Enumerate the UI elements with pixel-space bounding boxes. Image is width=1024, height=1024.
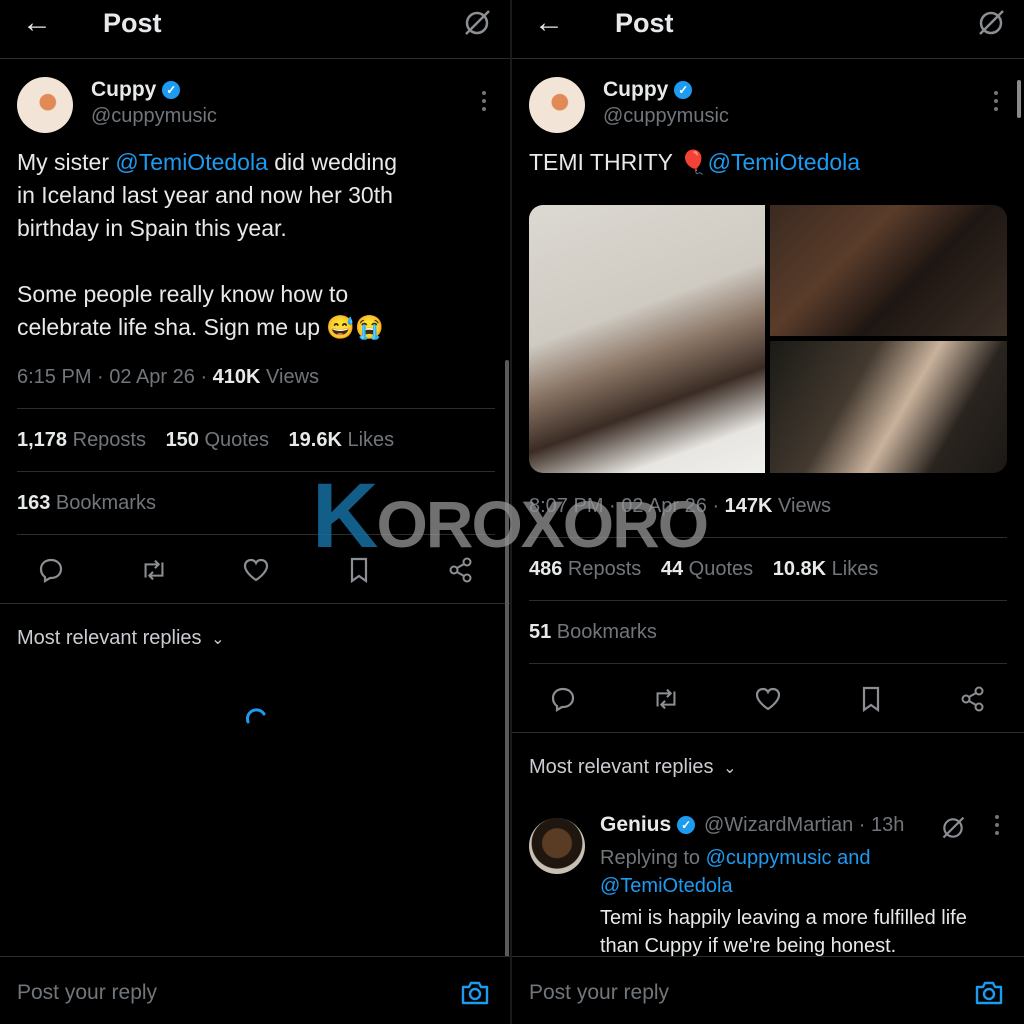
author-handle[interactable]: @cuppymusic <box>91 105 217 128</box>
divider <box>0 603 510 604</box>
camera-icon[interactable] <box>974 979 1004 1007</box>
replies-sort-dropdown[interactable]: Most relevant replies ⌄ <box>529 756 737 779</box>
verified-badge-icon: ✓ <box>677 816 696 834</box>
grok-icon[interactable] <box>940 815 966 841</box>
divider <box>529 600 1007 601</box>
engagement-stats: 486 Reposts 44 Quotes 10.8K Likes <box>529 558 878 581</box>
post-photo[interactable] <box>529 205 765 473</box>
divider <box>529 663 1007 664</box>
reply-composer: Post your reply <box>0 956 510 1024</box>
verified-badge-icon: ✓ <box>674 81 693 99</box>
mention-link[interactable]: @cuppymusic <box>706 847 832 869</box>
action-bar <box>548 684 988 714</box>
reply-icon[interactable] <box>36 555 66 585</box>
bookmark-icon[interactable] <box>856 684 886 714</box>
reply-author-handle[interactable]: @WizardMartian · 13h <box>704 814 904 837</box>
engagement-stats: 1,178 Reposts 150 Quotes 19.6K Likes <box>17 429 394 452</box>
author-avatar[interactable] <box>17 77 73 133</box>
scrollbar[interactable] <box>505 360 509 960</box>
reply-icon[interactable] <box>548 684 578 714</box>
grok-icon[interactable] <box>462 8 492 38</box>
back-arrow-icon[interactable]: ← <box>534 6 564 40</box>
post-timestamp: 6:15 PM · 02 Apr 26 · 410K Views <box>17 366 320 388</box>
more-icon[interactable] <box>480 90 488 112</box>
left-top-bar: ← Post <box>0 0 510 59</box>
post-media-grid <box>529 205 1007 473</box>
repost-icon[interactable] <box>139 555 169 585</box>
verified-badge-icon: ✓ <box>162 81 181 99</box>
like-icon[interactable] <box>753 684 783 714</box>
right-top-bar: ← Post <box>512 0 1024 59</box>
watermark-logo: KOROXORO <box>312 465 709 567</box>
reply-input[interactable]: Post your reply <box>529 981 669 1005</box>
like-icon[interactable] <box>241 555 271 585</box>
chevron-down-icon: ⌄ <box>723 760 737 777</box>
loading-spinner-icon <box>245 708 266 724</box>
post-text: My sister @TemiOtedola did wedding in Ic… <box>17 149 398 340</box>
post-text: TEMI THRITY 🎈@TemiOtedola <box>529 149 861 175</box>
divider <box>512 732 1024 733</box>
page-title: Post <box>615 8 674 38</box>
back-arrow-icon[interactable]: ← <box>22 6 52 40</box>
author-name[interactable]: Cuppy ✓ <box>603 78 693 102</box>
author-handle[interactable]: @cuppymusic <box>603 105 729 128</box>
mention-link[interactable]: @TemiOtedola <box>708 149 860 175</box>
reply-avatar[interactable] <box>529 818 585 874</box>
post-photo[interactable] <box>770 205 1007 336</box>
author-avatar[interactable] <box>529 77 585 133</box>
reposts-stat[interactable]: 1,178 Reposts <box>17 429 146 451</box>
more-icon[interactable] <box>992 90 1000 112</box>
likes-stat[interactable]: 10.8K Likes <box>773 558 879 580</box>
mention-link[interactable]: @TemiOtedola <box>600 875 733 897</box>
reposts-stat[interactable]: 486 Reposts <box>529 558 641 580</box>
page-title: Post <box>103 8 162 38</box>
reply-text: Temi is happily leaving a more fulfilled… <box>600 907 967 957</box>
mention-link[interactable]: @TemiOtedola <box>115 149 267 175</box>
bookmarks-stat[interactable]: 163 Bookmarks <box>17 492 156 515</box>
reply-input[interactable]: Post your reply <box>17 981 157 1005</box>
repost-icon[interactable] <box>651 684 681 714</box>
chevron-down-icon: ⌄ <box>211 631 225 648</box>
quotes-stat[interactable]: 44 Quotes <box>661 558 753 580</box>
replying-to: Replying to @cuppymusic and @TemiOtedola <box>600 847 871 897</box>
more-icon[interactable] <box>993 814 1001 836</box>
quotes-stat[interactable]: 150 Quotes <box>166 429 269 451</box>
divider <box>17 408 495 409</box>
camera-icon[interactable] <box>460 979 490 1007</box>
scrollbar[interactable] <box>1017 80 1021 118</box>
reply-author-name[interactable]: Genius ✓ <box>600 813 696 837</box>
bookmarks-stat[interactable]: 51 Bookmarks <box>529 621 657 644</box>
post-photo[interactable] <box>770 341 1007 473</box>
author-name[interactable]: Cuppy ✓ <box>91 78 181 102</box>
likes-stat[interactable]: 19.6K Likes <box>289 429 395 451</box>
share-icon[interactable] <box>958 684 988 714</box>
grok-icon[interactable] <box>976 8 1006 38</box>
replies-sort-dropdown[interactable]: Most relevant replies ⌄ <box>17 627 225 650</box>
reply-composer: Post your reply <box>512 956 1024 1024</box>
